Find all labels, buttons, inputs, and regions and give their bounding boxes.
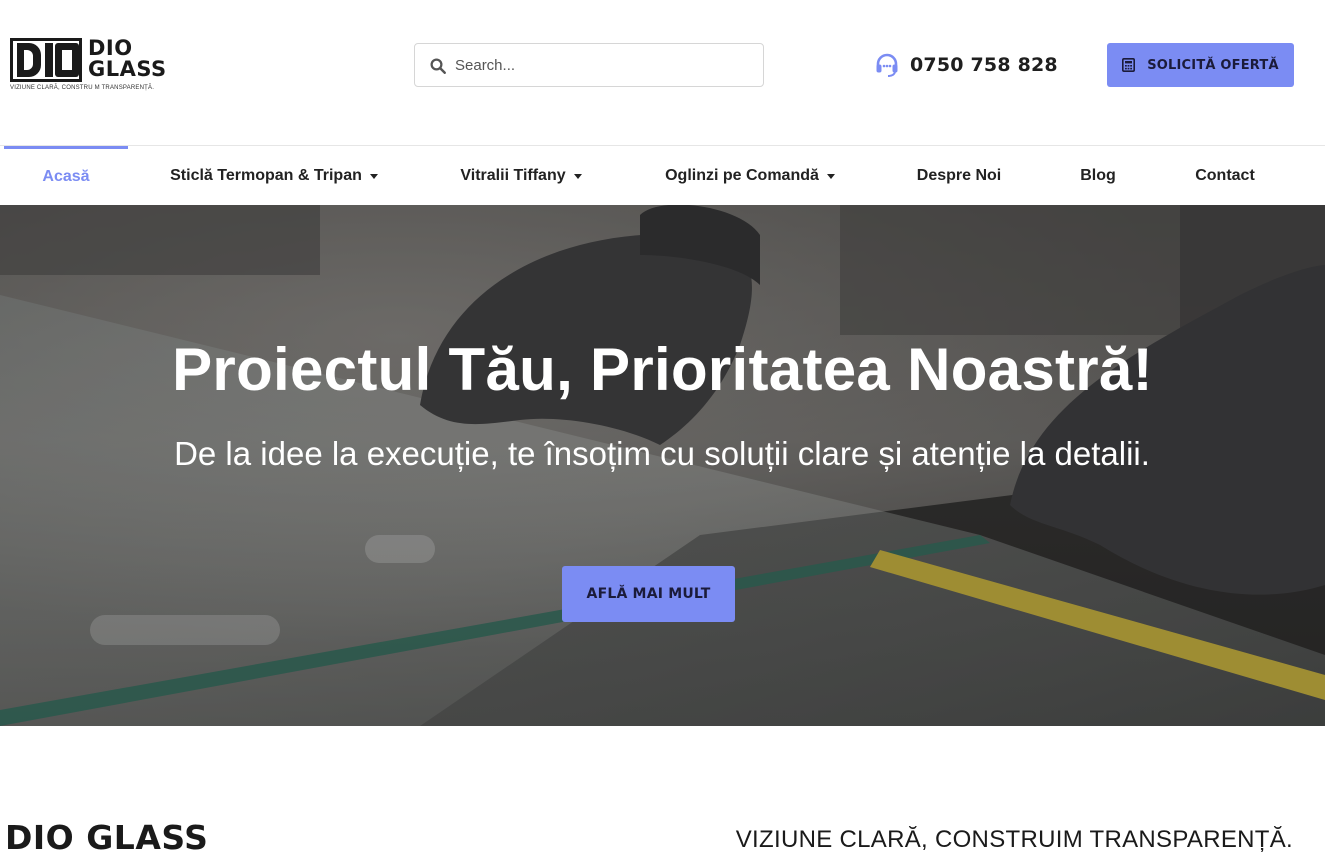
caret-down-icon [826,174,835,179]
hero-subtitle: De la idee la execuție, te însoțim cu so… [174,435,1150,472]
nav-item-home[interactable]: Acasă [4,146,128,205]
learn-more-label: AFLĂ MAI MULT [586,586,711,602]
site-header: DIO GLASS VIZIUNE CLARĂ, CONSTRU M TRANS… [0,0,1325,145]
nav-item-contact[interactable]: Contact [1180,146,1270,205]
nav-item-label: Blog [1080,166,1116,184]
nav-item-label: Sticlă Termopan & Tripan [170,166,362,184]
nav-item-termopan[interactable]: Sticlă Termopan & Tripan [160,146,388,205]
search-input[interactable] [455,44,755,86]
nav-item-label: Despre Noi [916,166,1002,184]
nav-item-mirrors[interactable]: Oglinzi pe Comandă [656,146,844,205]
phone-contact[interactable]: 0750 758 828 [874,52,1058,78]
intro-brand-heading: DIO GLASS [5,818,209,853]
logo-mark [10,38,82,82]
logo[interactable]: DIO GLASS VIZIUNE CLARĂ, CONSTRU M TRANS… [10,36,185,94]
intro-tagline: VIZIUNE CLARĂ, CONSTRUIM TRANSPARENȚĂ. [735,826,1293,853]
headset-icon [876,53,898,77]
calculator-icon [1122,58,1136,72]
search-box[interactable] [414,43,764,87]
logo-wordmark: DIO GLASS [88,38,167,80]
request-offer-label: SOLICITĂ OFERTĂ [1147,57,1279,73]
caret-down-icon [369,174,378,179]
nav-item-about[interactable]: Despre Noi [904,146,1014,205]
nav-item-label: Oglinzi pe Comandă [665,166,819,184]
hero-title: Proiectul Tău, Prioritatea Noastră! [172,336,1153,403]
main-nav: Acasă Sticlă Termopan & Tripan Vitralii … [0,145,1325,205]
nav-item-blog[interactable]: Blog [1066,146,1130,205]
search-icon [430,58,446,74]
nav-item-label: Contact [1195,166,1255,184]
logo-tagline: VIZIUNE CLARĂ, CONSTRU M TRANSPARENȚĂ. [10,85,155,91]
nav-item-tiffany[interactable]: Vitralii Tiffany [450,146,592,205]
logo-word-line1: DIO [88,36,133,60]
request-offer-button[interactable]: SOLICITĂ OFERTĂ [1107,43,1294,87]
hero-section: Proiectul Tău, Prioritatea Noastră! De l… [0,205,1325,726]
nav-item-label: Acasă [42,168,90,185]
learn-more-button[interactable]: AFLĂ MAI MULT [562,566,735,622]
nav-item-label: Vitralii Tiffany [460,166,566,184]
caret-down-icon [573,174,582,179]
phone-number[interactable]: 0750 758 828 [910,54,1058,76]
logo-word-line2: GLASS [88,57,167,81]
